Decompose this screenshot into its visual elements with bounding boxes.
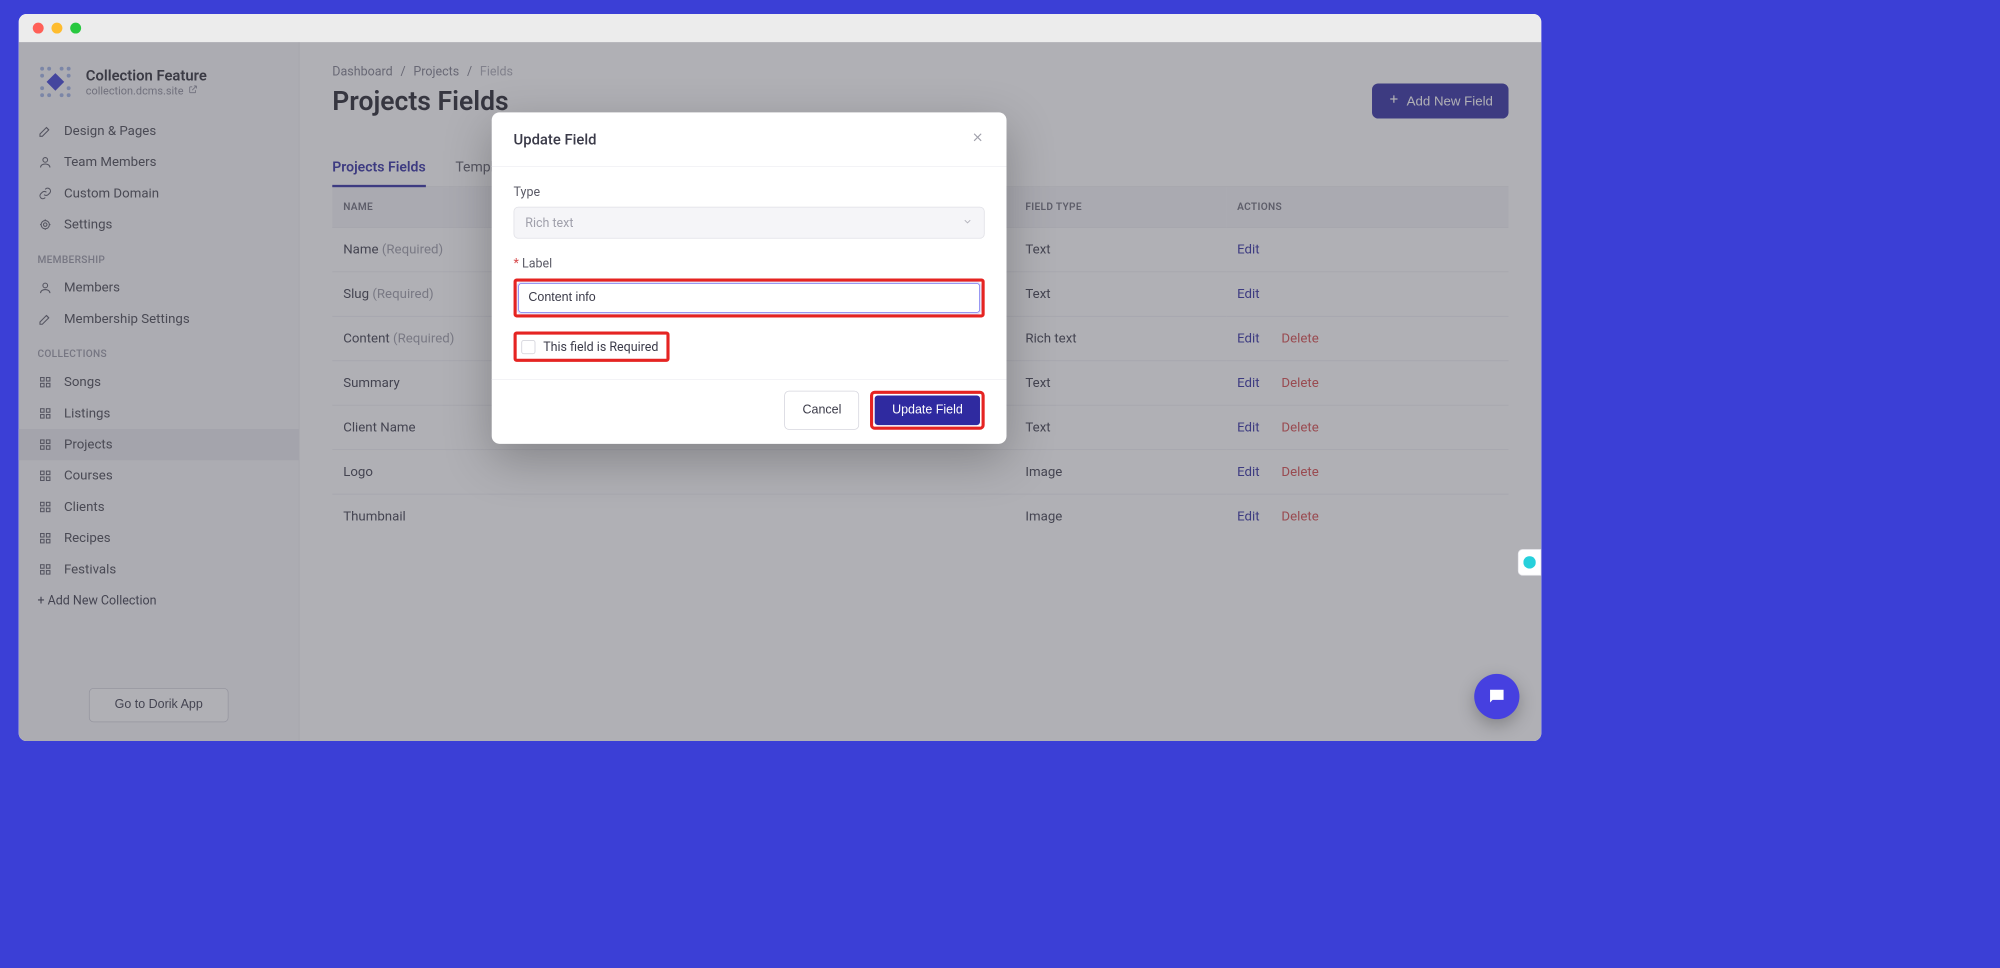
update-button-highlight: Update Field	[870, 391, 984, 430]
help-side-badge[interactable]	[1518, 549, 1541, 576]
label-input[interactable]	[518, 283, 980, 313]
type-select[interactable]: Rich text	[514, 207, 985, 239]
type-label: Type	[514, 184, 985, 199]
required-checkbox-label: This field is Required	[543, 339, 658, 354]
titlebar	[19, 14, 1542, 42]
cancel-button[interactable]: Cancel	[785, 391, 860, 430]
app-window: Collection Feature collection.dcms.site …	[16, 11, 1545, 744]
update-field-button[interactable]: Update Field	[875, 395, 980, 425]
modal-title: Update Field	[514, 130, 597, 148]
update-field-modal: Update Field Type Rich text Label	[492, 112, 1007, 444]
label-input-highlight	[514, 278, 985, 317]
type-select-value: Rich text	[525, 215, 573, 230]
chevron-down-icon	[962, 215, 973, 230]
close-icon[interactable]	[971, 129, 985, 149]
minimize-window-icon[interactable]	[51, 23, 62, 34]
label-label: Label	[514, 256, 985, 271]
required-checkbox[interactable]	[521, 340, 535, 354]
chat-icon[interactable]	[1474, 674, 1519, 719]
required-checkbox-highlight: This field is Required	[514, 332, 670, 362]
close-window-icon[interactable]	[33, 23, 44, 34]
maximize-window-icon[interactable]	[70, 23, 81, 34]
